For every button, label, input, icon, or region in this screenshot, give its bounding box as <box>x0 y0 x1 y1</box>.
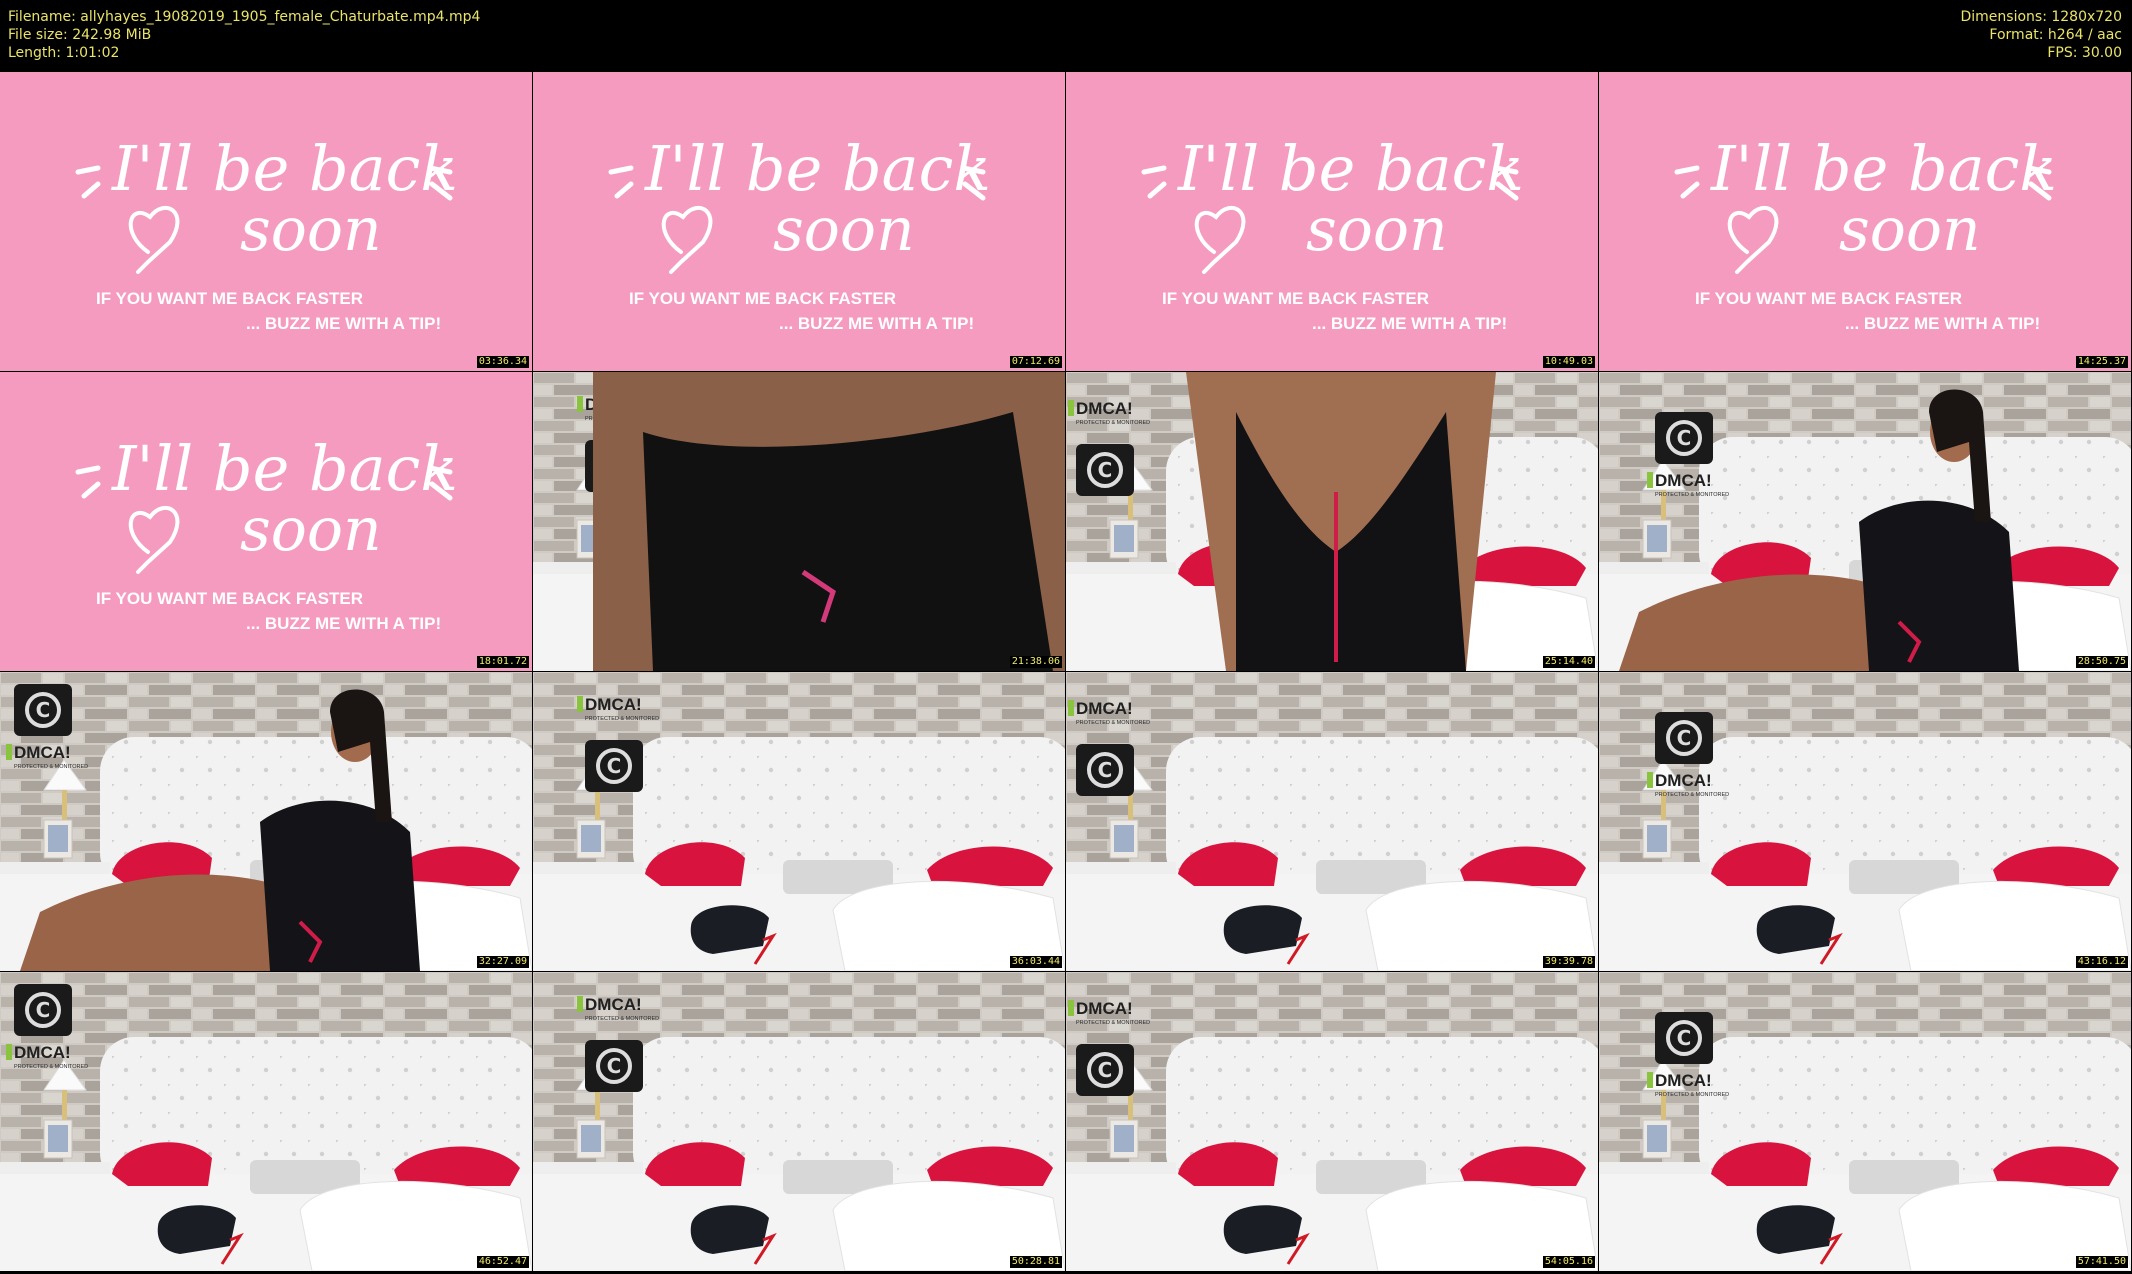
thumbnail-empty-bed: C DMCA! PROTECTED & MONITORED 43:16.12 <box>1599 672 2131 971</box>
thumbnail-closeup-torso: C DMCA! PROTECTED & MONITORED 25:14.40 <box>1066 372 1598 671</box>
svg-text:DMCA!: DMCA! <box>585 695 642 714</box>
svg-text:... BUZZ ME WITH A TIP!: ... BUZZ ME WITH A TIP! <box>1312 314 1507 333</box>
thumbnail-brb: I'll be back soon IF YOU WANT ME BACK FA… <box>1066 72 1598 371</box>
thumbnail-brb: I'll be back soon IF YOU WANT ME BACK FA… <box>0 372 532 671</box>
svg-text:... BUZZ ME WITH A TIP!: ... BUZZ ME WITH A TIP! <box>1845 314 2040 333</box>
svg-text:soon: soon <box>773 195 915 265</box>
svg-text:C: C <box>1098 1058 1113 1082</box>
svg-text:C: C <box>1677 1026 1692 1050</box>
dimensions-text: Dimensions: 1280x720 <box>1960 9 2122 25</box>
svg-text:PROTECTED & MONITORED: PROTECTED & MONITORED <box>1655 1092 1729 1098</box>
info-header: Filename: allyhayes_19082019_1905_female… <box>0 0 2132 72</box>
thumbnail-brb: I'll be back soon IF YOU WANT ME BACK FA… <box>533 72 1065 371</box>
svg-text:IF YOU WANT ME BACK FASTER: IF YOU WANT ME BACK FASTER <box>629 289 896 308</box>
timestamp-label: 18:01.72 <box>476 656 529 668</box>
timestamp-label: 10:49.03 <box>1542 356 1595 368</box>
svg-text:DMCA!: DMCA! <box>1655 1071 1712 1090</box>
svg-text:soon: soon <box>1839 195 1981 265</box>
thumbnail-empty-bed: C DMCA! PROTECTED & MONITORED 50:28.81 <box>533 972 1065 1271</box>
svg-text:DMCA!: DMCA! <box>1076 699 1133 718</box>
svg-text:PROTECTED & MONITORED: PROTECTED & MONITORED <box>585 1016 659 1022</box>
svg-text:... BUZZ ME WITH A TIP!: ... BUZZ ME WITH A TIP! <box>246 314 441 333</box>
timestamp-label: 39:39.78 <box>1542 956 1595 968</box>
thumbnail-empty-bed: C DMCA! PROTECTED & MONITORED 39:39.78 <box>1066 672 1598 971</box>
svg-text:C: C <box>36 998 51 1022</box>
svg-text:soon: soon <box>1306 195 1448 265</box>
thumbnail-brb: I'll be back soon IF YOU WANT ME BACK FA… <box>0 72 532 371</box>
svg-text:IF YOU WANT ME BACK FASTER: IF YOU WANT ME BACK FASTER <box>96 589 363 608</box>
svg-text:... BUZZ ME WITH A TIP!: ... BUZZ ME WITH A TIP! <box>779 314 974 333</box>
svg-text:C: C <box>36 698 51 722</box>
thumbnail-grid: I'll be back soon IF YOU WANT ME BACK FA… <box>0 72 2132 1274</box>
timestamp-label: 21:38.06 <box>1009 656 1062 668</box>
svg-text:PROTECTED & MONITORED: PROTECTED & MONITORED <box>14 1064 88 1070</box>
filesize-text: File size: 242.98 MiB <box>8 27 152 43</box>
svg-text:C: C <box>1677 726 1692 750</box>
svg-text:C: C <box>1677 426 1692 450</box>
timestamp-label: 32:27.09 <box>476 956 529 968</box>
format-text: Format: h264 / aac <box>1989 27 2122 43</box>
timestamp-label: 03:36.34 <box>476 356 529 368</box>
timestamp-label: 46:52.47 <box>476 1256 529 1268</box>
svg-text:PROTECTED & MONITORED: PROTECTED & MONITORED <box>1076 720 1150 726</box>
svg-text:C: C <box>607 1054 622 1078</box>
svg-text:soon: soon <box>240 195 382 265</box>
svg-text:DMCA!: DMCA! <box>1655 471 1712 490</box>
thumbnail-model-lounging: C DMCA! PROTECTED & MONITORED 32:27.09 <box>0 672 532 971</box>
thumbnail-brb: I'll be back soon IF YOU WANT ME BACK FA… <box>1599 72 2131 371</box>
fps-text: FPS: 30.00 <box>2047 45 2122 61</box>
filename-text: Filename: allyhayes_19082019_1905_female… <box>8 9 481 25</box>
timestamp-label: 43:16.12 <box>2075 956 2128 968</box>
length-text: Length: 1:01:02 <box>8 45 120 61</box>
timestamp-label: 14:25.37 <box>2075 356 2128 368</box>
timestamp-label: 54:05.16 <box>1542 1256 1595 1268</box>
svg-text:DMCA!: DMCA! <box>585 995 642 1014</box>
timestamp-label: 50:28.81 <box>1009 1256 1062 1268</box>
thumbnail-model-lounging: C DMCA! PROTECTED & MONITORED 28:50.75 <box>1599 372 2131 671</box>
svg-text:IF YOU WANT ME BACK FASTER: IF YOU WANT ME BACK FASTER <box>1695 289 1962 308</box>
file-info: Filename: allyhayes_19082019_1905_female… <box>8 8 480 62</box>
thumbnail-empty-bed: C DMCA! PROTECTED & MONITORED 57:41.50 <box>1599 972 2131 1271</box>
thumbnail-empty-bed: C DMCA! PROTECTED & MONITORED 54:05.16 <box>1066 972 1598 1271</box>
svg-text:PROTECTED & MONITORED: PROTECTED & MONITORED <box>1076 1020 1150 1026</box>
thumbnail-closeup-waist: C DMCA! PROTECTED & MONITORED 21:38.06 <box>533 372 1065 671</box>
svg-text:PROTECTED & MONITORED: PROTECTED & MONITORED <box>1655 492 1729 498</box>
svg-text:C: C <box>607 754 622 778</box>
svg-text:DMCA!: DMCA! <box>14 1043 71 1062</box>
stream-info: Dimensions: 1280x720 Format: h264 / aac … <box>1960 8 2122 62</box>
timestamp-label: 25:14.40 <box>1542 656 1595 668</box>
svg-text:IF YOU WANT ME BACK FASTER: IF YOU WANT ME BACK FASTER <box>1162 289 1429 308</box>
svg-text:IF YOU WANT ME BACK FASTER: IF YOU WANT ME BACK FASTER <box>96 289 363 308</box>
timestamp-label: 57:41.50 <box>2075 1256 2128 1268</box>
svg-text:DMCA!: DMCA! <box>14 743 71 762</box>
timestamp-label: 36:03.44 <box>1009 956 1062 968</box>
timestamp-label: 07:12.69 <box>1009 356 1062 368</box>
svg-text:DMCA!: DMCA! <box>1655 771 1712 790</box>
svg-text:PROTECTED & MONITORED: PROTECTED & MONITORED <box>585 716 659 722</box>
svg-text:soon: soon <box>240 495 382 565</box>
svg-text:PROTECTED & MONITORED: PROTECTED & MONITORED <box>1655 792 1729 798</box>
thumbnail-empty-bed: C DMCA! PROTECTED & MONITORED 36:03.44 <box>533 672 1065 971</box>
svg-text:C: C <box>1098 758 1113 782</box>
svg-text:PROTECTED & MONITORED: PROTECTED & MONITORED <box>14 764 88 770</box>
timestamp-label: 28:50.75 <box>2075 656 2128 668</box>
svg-text:... BUZZ ME WITH A TIP!: ... BUZZ ME WITH A TIP! <box>246 614 441 633</box>
svg-text:DMCA!: DMCA! <box>1076 999 1133 1018</box>
thumbnail-empty-bed: C DMCA! PROTECTED & MONITORED 46:52.47 <box>0 972 532 1271</box>
